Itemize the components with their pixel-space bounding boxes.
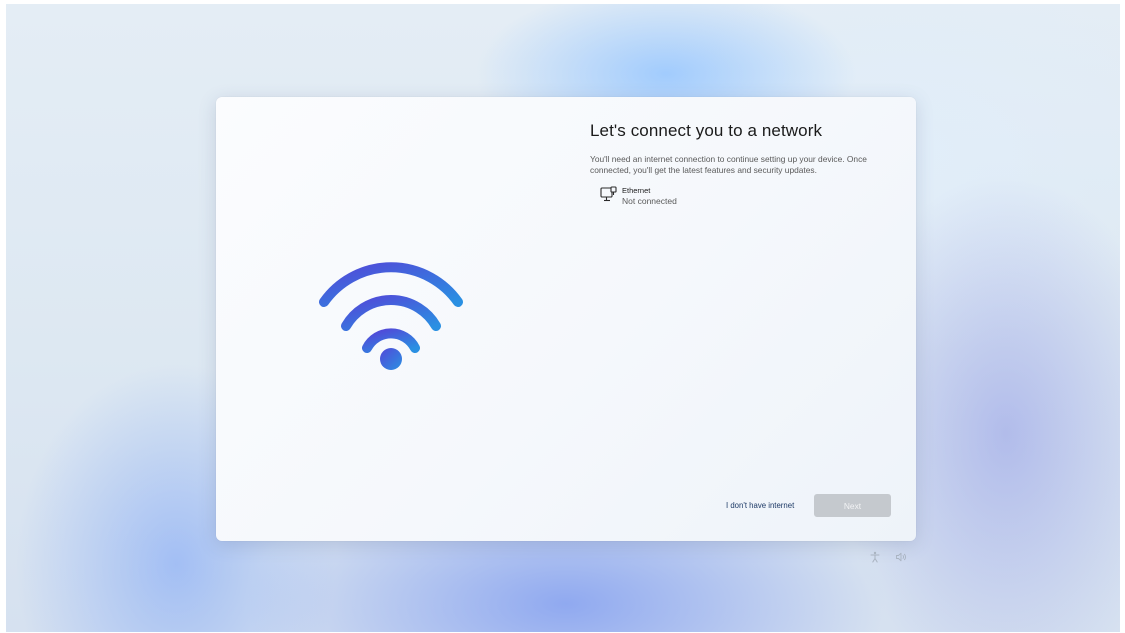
ethernet-icon bbox=[600, 186, 617, 202]
accessibility-icon[interactable] bbox=[869, 551, 881, 563]
setup-dialog: Let's connect you to a network You'll ne… bbox=[216, 97, 916, 541]
page-title: Let's connect you to a network bbox=[590, 121, 823, 140]
volume-icon[interactable] bbox=[895, 551, 907, 563]
next-button[interactable]: Next bbox=[814, 494, 891, 517]
page-description: You'll need an internet connection to co… bbox=[590, 154, 867, 175]
wifi-icon bbox=[319, 262, 463, 370]
system-tray bbox=[869, 551, 907, 563]
network-name: Ethernet bbox=[622, 186, 651, 195]
network-status: Not connected bbox=[622, 196, 677, 206]
oobe-background: Let's connect you to a network You'll ne… bbox=[6, 4, 1120, 632]
network-item-ethernet[interactable]: Ethernet Not connected bbox=[600, 186, 780, 207]
no-internet-link[interactable]: I don't have internet bbox=[726, 501, 794, 510]
setup-content: Let's connect you to a network You'll ne… bbox=[590, 121, 890, 207]
